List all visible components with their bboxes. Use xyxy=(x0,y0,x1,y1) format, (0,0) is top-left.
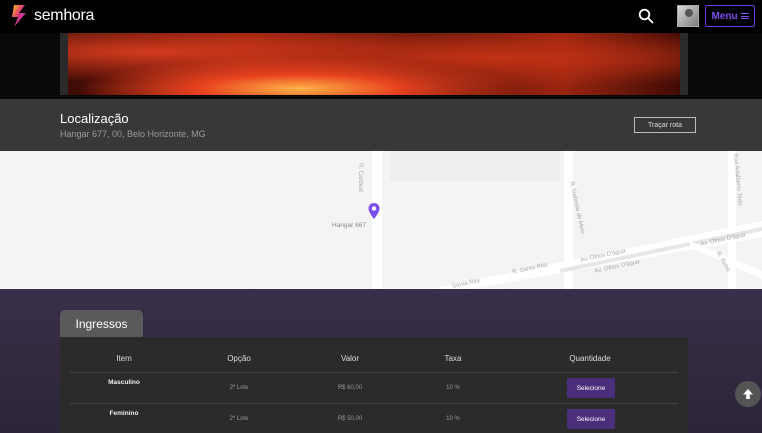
map-pin-icon[interactable] xyxy=(367,202,381,220)
logo-icon[interactable] xyxy=(10,3,29,29)
column-header: Valor xyxy=(340,354,360,363)
top-navigation-bar: semhora Menu xyxy=(0,0,762,33)
ticket-item: Feminino xyxy=(109,410,139,417)
scroll-to-top-button[interactable] xyxy=(735,381,761,407)
ticket-fee: 10 % xyxy=(446,385,460,391)
event-banner xyxy=(0,33,762,99)
select-quantity-button[interactable]: Selecione xyxy=(567,409,615,429)
tab-tickets[interactable]: Ingressos xyxy=(60,310,143,337)
trace-route-button[interactable]: Traçar rota xyxy=(634,117,696,133)
avatar[interactable] xyxy=(677,5,699,27)
ticket-fee: 10 % xyxy=(446,416,460,422)
brand-name[interactable]: semhora xyxy=(34,7,94,25)
ticket-value: R$ 60,00 xyxy=(337,385,363,391)
row-divider xyxy=(70,372,678,373)
location-title: Localização xyxy=(60,111,129,126)
row-divider xyxy=(70,403,678,404)
ticket-option: 2º Lote xyxy=(229,385,249,391)
street-label: R. Cardeal xyxy=(357,163,363,192)
tickets-section: Ingressos Item Opção Valor Taxa Quantida… xyxy=(0,289,762,433)
column-header: Quantidade xyxy=(569,354,611,363)
arrow-up-icon xyxy=(743,389,753,399)
map-roads xyxy=(0,151,762,289)
menu-button[interactable]: Menu xyxy=(705,5,755,27)
column-header: Opção xyxy=(227,354,251,363)
ticket-option: 2º Lote xyxy=(229,416,249,422)
menu-label: Menu xyxy=(711,10,738,22)
search-icon[interactable] xyxy=(638,8,654,24)
event-image xyxy=(60,33,688,95)
column-header: Taxa xyxy=(444,354,462,363)
column-header: Item xyxy=(116,354,132,363)
ticket-item: Masculino xyxy=(108,379,140,386)
menu-icon xyxy=(740,13,749,19)
select-quantity-button[interactable]: Selecione xyxy=(567,378,615,398)
ticket-value: R$ 50,00 xyxy=(337,416,363,422)
map-pin-label: Hangar 667 xyxy=(332,222,366,229)
location-address: Hangar 677, 00, Belo Horizonte, MG xyxy=(60,129,206,139)
map[interactable]: R. Cardeal R. Gabriela de Melo Av. Olhos… xyxy=(0,151,762,289)
location-bar: Localização Hangar 677, 00, Belo Horizon… xyxy=(0,99,762,151)
